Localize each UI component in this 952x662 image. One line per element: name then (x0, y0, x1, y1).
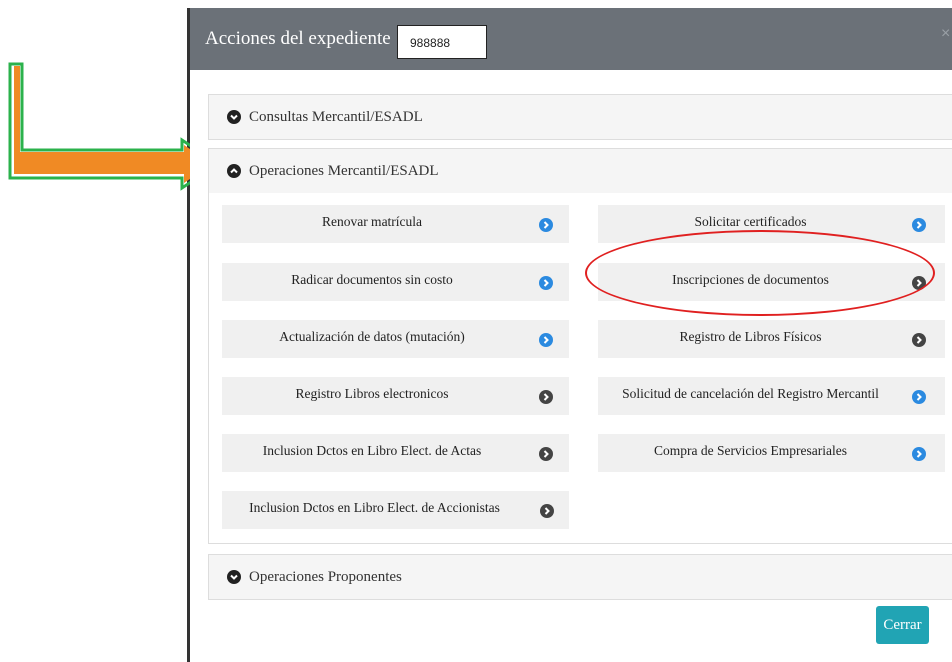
radicar-documentos-button[interactable]: Radicar documentos sin costo (222, 263, 569, 301)
button-label: Renovar matrícula (321, 214, 423, 229)
chevron-right-circle-icon (540, 504, 554, 518)
actualizacion-datos-button[interactable]: Actualización de datos (mutación) (222, 320, 569, 358)
close-button[interactable]: Cerrar (876, 606, 929, 644)
registro-libros-electronicos-button[interactable]: Registro Libros electronicos (222, 377, 569, 415)
solicitar-certificados-button[interactable]: Solicitar certificados (598, 205, 945, 243)
chevron-right-circle-icon (539, 333, 553, 347)
button-label: Compra de Servicios Empresariales (653, 443, 848, 458)
button-label: Inclusion Dctos en Libro Elect. de Accio… (249, 500, 500, 515)
button-label: Inclusion Dctos en Libro Elect. de Actas (262, 443, 482, 458)
button-label: Registro Libros electronicos (295, 386, 449, 401)
button-label: Solicitar certificados (694, 214, 807, 229)
inscripciones-documentos-button[interactable]: Inscripciones de documentos (598, 263, 945, 301)
panel-title-proponentes: Operaciones Proponentes (249, 568, 402, 585)
panel-heading-consultas[interactable]: Consultas Mercantil/ESADL (209, 95, 952, 139)
button-label: Radicar documentos sin costo (291, 272, 453, 287)
chevron-right-circle-icon (912, 276, 926, 290)
panel-proponentes: Operaciones Proponentes (208, 554, 952, 600)
solicitud-cancelacion-button[interactable]: Solicitud de cancelación del Registro Me… (598, 377, 945, 415)
button-label: Registro de Libros Físicos (679, 329, 822, 344)
panel-heading-operaciones[interactable]: Operaciones Mercantil/ESADL (209, 149, 952, 193)
panel-heading-proponentes[interactable]: Operaciones Proponentes (209, 555, 952, 599)
compra-servicios-button[interactable]: Compra de Servicios Empresariales (598, 434, 945, 472)
actions-modal: Acciones del expediente 988888 × Consult… (190, 8, 952, 662)
close-icon[interactable]: × (941, 25, 950, 43)
chevron-right-circle-icon (912, 333, 926, 347)
chevron-right-circle-icon (539, 390, 553, 404)
chevron-up-circle-icon (227, 164, 241, 178)
chevron-right-circle-icon (539, 276, 553, 290)
inclusion-libro-actas-button[interactable]: Inclusion Dctos en Libro Elect. de Actas (222, 434, 569, 472)
modal-header: Acciones del expediente 988888 × (190, 8, 952, 70)
chevron-right-circle-icon (912, 218, 926, 232)
button-label: Solicitud de cancelación del Registro Me… (622, 386, 879, 401)
chevron-down-circle-icon (227, 570, 241, 584)
chevron-right-circle-icon (539, 447, 553, 461)
panel-consultas: Consultas Mercantil/ESADL (208, 94, 952, 140)
panel-title-operaciones: Operaciones Mercantil/ESADL (249, 162, 439, 179)
registro-libros-fisicos-button[interactable]: Registro de Libros Físicos (598, 320, 945, 358)
button-label: Actualización de datos (mutación) (279, 329, 465, 344)
chevron-down-circle-icon (227, 110, 241, 124)
chevron-right-circle-icon (912, 447, 926, 461)
chevron-right-circle-icon (912, 390, 926, 404)
expediente-id-box: 988888 (397, 25, 487, 59)
renovar-matricula-button[interactable]: Renovar matrícula (222, 205, 569, 243)
inclusion-libro-accionistas-button[interactable]: Inclusion Dctos en Libro Elect. de Accio… (222, 491, 569, 529)
panel-title-consultas: Consultas Mercantil/ESADL (249, 108, 423, 125)
modal-title: Acciones del expediente (205, 28, 391, 49)
panel-operaciones: Operaciones Mercantil/ESADL Renovar matr… (208, 148, 952, 544)
button-label: Inscripciones de documentos (672, 272, 829, 287)
chevron-right-circle-icon (539, 218, 553, 232)
